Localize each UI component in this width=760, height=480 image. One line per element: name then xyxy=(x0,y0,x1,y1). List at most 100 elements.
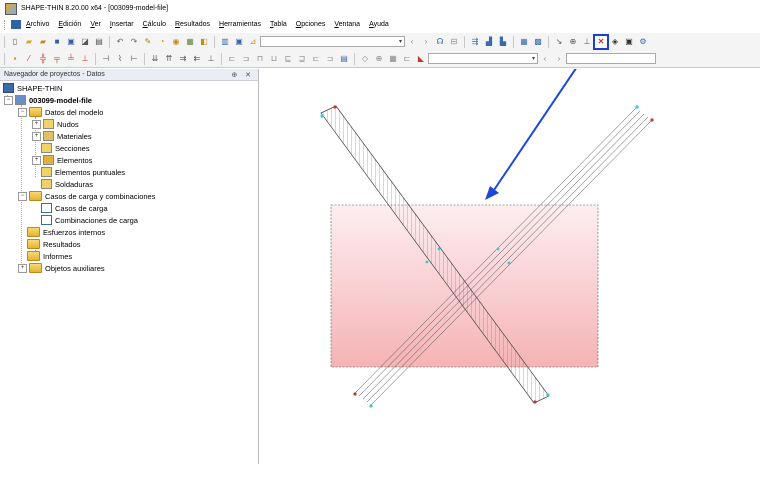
tree-results[interactable]: Resultados xyxy=(27,238,81,250)
loads-icon[interactable]: ⇊ xyxy=(149,53,161,65)
properties-icon[interactable]: ▣ xyxy=(623,36,635,48)
new-file-icon[interactable]: ▯ xyxy=(9,36,21,48)
line-icon[interactable]: ⁄ xyxy=(23,53,35,65)
grid-view-icon[interactable]: ▦ xyxy=(387,53,399,65)
element4-icon[interactable]: ⊥ xyxy=(79,53,91,65)
expand-icon[interactable]: + xyxy=(32,119,41,129)
panel-icon[interactable]: ▥ xyxy=(219,36,231,48)
collapse-icon[interactable]: − xyxy=(18,107,27,117)
redo-icon[interactable]: ↷ xyxy=(128,36,140,48)
display-icon[interactable]: ▣ xyxy=(233,36,245,48)
menu-herramientas[interactable]: Herramientas xyxy=(219,21,261,28)
menu-resultados[interactable]: Resultados xyxy=(175,21,210,28)
tree-nodes[interactable]: + Nudos xyxy=(32,118,79,130)
menu-insertar[interactable]: Insertar xyxy=(110,21,134,28)
graphics-canvas[interactable] xyxy=(259,51,760,464)
display-dropdown[interactable]: ▾ xyxy=(428,53,538,64)
save-all-icon[interactable]: ▣ xyxy=(65,36,77,48)
menu-calculo[interactable]: Cálculo xyxy=(143,21,166,28)
result-dropdown[interactable] xyxy=(566,53,656,64)
section-icon[interactable]: ▦ xyxy=(518,36,530,48)
snap7-icon[interactable]: ⊏ xyxy=(310,53,322,65)
color-icon[interactable]: ◣ xyxy=(415,53,427,65)
open-folder-icon[interactable]: ▰ xyxy=(23,36,35,48)
stress-icon[interactable]: ⇶ xyxy=(469,36,481,48)
copy-icon[interactable]: ◧ xyxy=(198,36,210,48)
load-case-icon[interactable]: ⊿ xyxy=(247,36,259,48)
tree-materials[interactable]: + Materiales xyxy=(32,130,92,142)
tree-load-combinations[interactable]: Combinaciones de carga xyxy=(41,214,138,226)
snap4-icon[interactable]: ⊔ xyxy=(268,53,280,65)
calc-icon[interactable]: ▤ xyxy=(338,53,350,65)
axes-icon[interactable]: ↘ xyxy=(553,36,565,48)
chart-icon[interactable]: ▟ xyxy=(483,36,495,48)
snap3-icon[interactable]: ⊓ xyxy=(254,53,266,65)
menu-opciones[interactable]: Opciones xyxy=(296,21,326,28)
edit-icon[interactable]: ✎ xyxy=(142,36,154,48)
element2-icon[interactable]: ╤ xyxy=(51,53,63,65)
info-icon[interactable]: ◈ xyxy=(609,36,621,48)
previous-icon[interactable]: ‹ xyxy=(406,36,418,48)
save-icon[interactable]: ■ xyxy=(51,36,63,48)
tree-internal-forces[interactable]: Esfuerzos internos xyxy=(27,226,105,238)
menu-archivo[interactable]: Archivo xyxy=(26,21,49,28)
target-icon[interactable]: ⊕ xyxy=(373,53,385,65)
dimension-icon[interactable]: ⊢ xyxy=(128,53,140,65)
render-icon[interactable]: ◇ xyxy=(359,53,371,65)
navigator-controls[interactable]: ⊕ ✕ xyxy=(231,71,254,79)
table-icon[interactable]: ▦ xyxy=(184,36,196,48)
load5-icon[interactable]: ⊥ xyxy=(205,53,217,65)
menu-edicion[interactable]: Edición xyxy=(58,21,81,28)
menu-ventana[interactable]: Ventana xyxy=(334,21,360,28)
diagram-icon[interactable]: ⊟ xyxy=(448,36,460,48)
tree-point-elements[interactable]: Elementos puntuales xyxy=(41,166,125,178)
tree-aux-objects[interactable]: + Objetos auxiliares xyxy=(18,262,105,274)
expand-icon[interactable]: + xyxy=(18,263,27,273)
element3-icon[interactable]: ╧ xyxy=(65,53,77,65)
snap-icon[interactable]: ⊏ xyxy=(226,53,238,65)
menu-ver[interactable]: Ver xyxy=(90,21,101,28)
snap2-icon[interactable]: ⊐ xyxy=(240,53,252,65)
tree-load-cases[interactable]: Casos de carga xyxy=(41,202,108,214)
tree-file[interactable]: − 003099-model-file xyxy=(4,94,92,106)
cross-section-tool-icon[interactable]: ✕ xyxy=(593,33,609,50)
principal-axes-icon[interactable]: ⊥ xyxy=(581,36,593,48)
expand-icon[interactable]: + xyxy=(32,131,41,141)
next2-icon[interactable]: › xyxy=(553,53,565,65)
load-case-dropdown[interactable]: ▾ xyxy=(260,36,405,47)
snap5-icon[interactable]: ⊑ xyxy=(282,53,294,65)
tree-model-data[interactable]: − Datos del modelo xyxy=(18,106,103,118)
collapse-icon[interactable]: − xyxy=(4,95,13,105)
grid-icon[interactable]: ▩ xyxy=(532,36,544,48)
snap8-icon[interactable]: ⊐ xyxy=(324,53,336,65)
menu-tabla[interactable]: Tabla xyxy=(270,21,287,28)
results-icon[interactable]: ☊ xyxy=(434,36,446,48)
tree-load-cases-combos[interactable]: − Casos de carga y combinaciones xyxy=(18,190,155,202)
tree-reports[interactable]: Informes xyxy=(27,250,72,262)
frame-icon[interactable]: ⊏ xyxy=(401,53,413,65)
previous2-icon[interactable]: ‹ xyxy=(539,53,551,65)
weld-icon[interactable]: ⌇ xyxy=(114,53,126,65)
collapse-icon[interactable]: − xyxy=(18,191,27,201)
menu-ayuda[interactable]: Ayuda xyxy=(369,21,389,28)
centroid-icon[interactable]: ⊕ xyxy=(567,36,579,48)
next-icon[interactable]: › xyxy=(420,36,432,48)
load2-icon[interactable]: ⇈ xyxy=(163,53,175,65)
chart2-icon[interactable]: ▙ xyxy=(497,36,509,48)
open-project-icon[interactable]: ▰ xyxy=(37,36,49,48)
tree-root[interactable]: SHAPE-THIN xyxy=(3,82,62,94)
settings-icon[interactable]: ⚙ xyxy=(637,36,649,48)
point-element-icon[interactable]: ⊣ xyxy=(100,53,112,65)
print-preview-icon[interactable]: ◪ xyxy=(79,36,91,48)
load4-icon[interactable]: ⇇ xyxy=(191,53,203,65)
document-icon[interactable] xyxy=(11,20,21,29)
tree-welds[interactable]: Soldaduras xyxy=(41,178,93,190)
expand-icon[interactable]: + xyxy=(32,155,41,165)
print-icon[interactable]: ▤ xyxy=(93,36,105,48)
load3-icon[interactable]: ⇉ xyxy=(177,53,189,65)
element-icon[interactable]: ╬ xyxy=(37,53,49,65)
node-icon[interactable]: ▪ xyxy=(9,53,21,65)
undo-icon[interactable]: ↶ xyxy=(114,36,126,48)
tree-elements[interactable]: + Elementos xyxy=(32,154,92,166)
zoom-icon[interactable]: ◔ xyxy=(156,36,168,48)
